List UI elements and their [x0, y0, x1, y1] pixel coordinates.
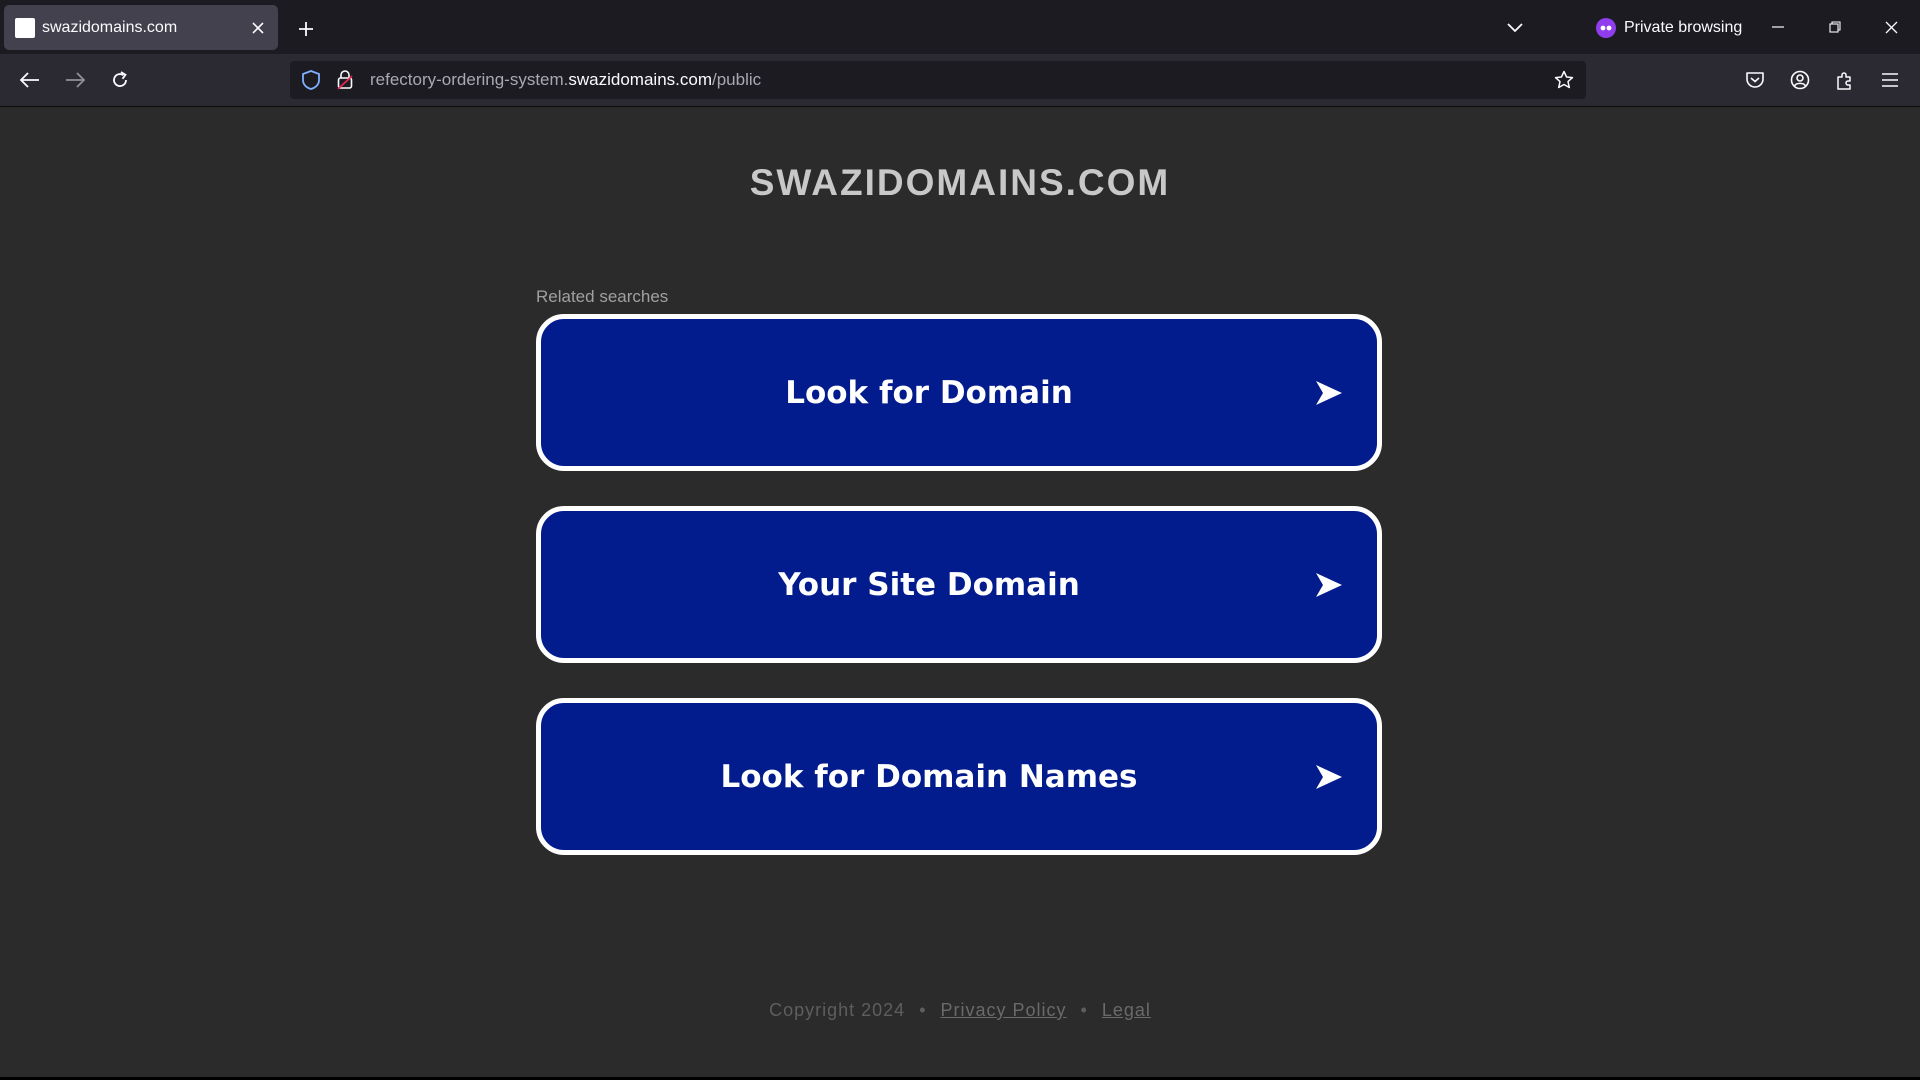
- favicon: [15, 17, 35, 38]
- search-link-label: Look for Domain Names: [720, 758, 1138, 795]
- chevron-down-icon[interactable]: [1500, 14, 1530, 42]
- minimize-icon[interactable]: [1755, 8, 1801, 46]
- tab-title: swazidomains.com: [42, 18, 178, 36]
- privacy-policy-link[interactable]: Privacy Policy: [941, 1000, 1067, 1020]
- search-link-your-site-domain[interactable]: Your Site Domain: [536, 506, 1382, 663]
- search-link-look-for-domain-names[interactable]: Look for Domain Names: [536, 698, 1382, 855]
- arrow-right-icon: [1316, 380, 1342, 405]
- related-searches-label: Related searches: [536, 287, 669, 306]
- menu-icon[interactable]: [1874, 64, 1906, 96]
- url-text[interactable]: refectory-ordering-system.swazidomains.c…: [370, 70, 1552, 90]
- url-path: /public: [712, 70, 762, 89]
- arrow-right-icon: [1316, 764, 1342, 789]
- url-host: swazidomains.com: [568, 70, 712, 89]
- active-tab[interactable]: swazidomains.com: [4, 5, 278, 50]
- lock-icon[interactable]: [334, 69, 356, 91]
- window-close-icon[interactable]: [1868, 8, 1914, 46]
- private-browsing-label: Private browsing: [1624, 19, 1743, 36]
- tab-strip: swazidomains.com Private browsing: [0, 0, 1920, 54]
- account-icon[interactable]: [1784, 64, 1816, 96]
- url-bar[interactable]: refectory-ordering-system.swazidomains.c…: [290, 61, 1586, 99]
- restore-icon[interactable]: [1812, 8, 1858, 46]
- pocket-icon[interactable]: [1739, 64, 1771, 96]
- footer-separator: •: [919, 1000, 927, 1020]
- navigation-toolbar: refectory-ordering-system.swazidomains.c…: [0, 54, 1920, 107]
- extensions-icon[interactable]: [1829, 64, 1861, 96]
- footer: Copyright 2024 • Privacy Policy • Legal: [0, 1000, 1920, 1021]
- shield-icon[interactable]: [300, 69, 322, 91]
- legal-link[interactable]: Legal: [1102, 1000, 1151, 1020]
- back-arrow-icon[interactable]: [14, 64, 46, 96]
- plus-icon[interactable]: [291, 14, 321, 44]
- site-title: SWAZIDOMAINS.COM: [749, 162, 1171, 203]
- close-icon[interactable]: [246, 16, 270, 40]
- star-icon[interactable]: [1552, 68, 1576, 92]
- arrow-right-icon: [1316, 572, 1342, 597]
- private-browsing-indicator: Private browsing: [1596, 14, 1742, 42]
- search-link-label: Your Site Domain: [778, 566, 1080, 603]
- reload-icon[interactable]: [104, 64, 136, 96]
- url-prefix: refectory-ordering-system.: [370, 70, 569, 89]
- search-link-look-for-domain[interactable]: Look for Domain: [536, 314, 1382, 471]
- copyright-text: Copyright 2024: [769, 1000, 906, 1020]
- footer-separator: •: [1080, 1000, 1088, 1020]
- forward-arrow-icon[interactable]: [59, 64, 91, 96]
- private-mask-icon: [1596, 18, 1616, 38]
- page-content: SWAZIDOMAINS.COM Related searches Look f…: [0, 107, 1920, 1077]
- search-link-label: Look for Domain: [785, 374, 1073, 411]
